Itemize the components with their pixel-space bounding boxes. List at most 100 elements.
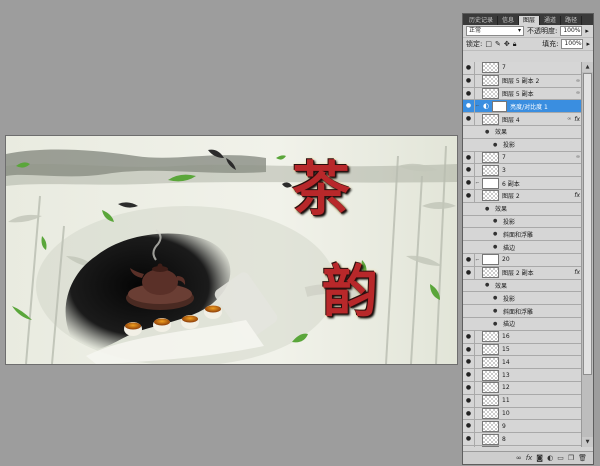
- layer-row[interactable]: ● ⌐ 6 副本: [463, 177, 583, 190]
- eye-icon[interactable]: ●: [493, 231, 501, 237]
- layer-thumbnail[interactable]: [482, 356, 499, 368]
- layer-thumbnail[interactable]: [482, 382, 499, 394]
- layer-thumbnail[interactable]: [482, 420, 499, 432]
- layer-effect-item[interactable]: ● 描边: [463, 241, 583, 254]
- layer-thumbnail[interactable]: [482, 407, 499, 419]
- layer-row[interactable]: ● 12: [463, 381, 583, 395]
- scroll-down-arrow-icon[interactable]: ▼: [582, 437, 593, 447]
- layer-row[interactable]: ● 8: [463, 433, 583, 446]
- layer-thumbnail[interactable]: [482, 75, 499, 87]
- layer-thumbnail[interactable]: [482, 433, 499, 445]
- eye-icon[interactable]: ●: [463, 164, 475, 177]
- layer-row[interactable]: ● 图层 5 副本 ∞: [463, 87, 583, 101]
- eye-icon[interactable]: ●: [493, 308, 501, 314]
- layer-row[interactable]: ● ⌐ ◐ 亮度/对比度 1: [463, 100, 583, 114]
- eye-icon[interactable]: ●: [463, 369, 475, 381]
- layer-row[interactable]: ●5: [463, 445, 583, 447]
- eye-icon[interactable]: ●: [463, 433, 475, 445]
- layer-effect-item[interactable]: ● 投影: [463, 138, 583, 152]
- layer-effect-item[interactable]: ● 斜面和浮雕: [463, 305, 583, 318]
- eye-icon[interactable]: ●: [485, 282, 493, 288]
- eye-icon[interactable]: ●: [463, 62, 475, 74]
- tab-0[interactable]: 历史记录: [465, 16, 499, 25]
- eye-icon[interactable]: ●: [493, 321, 501, 327]
- chevron-right-icon[interactable]: ▸: [585, 27, 589, 35]
- layer-effects-header[interactable]: ● 效果: [463, 202, 583, 216]
- layer-effect-item[interactable]: ● 描边: [463, 317, 583, 331]
- layer-row[interactable]: ● 图层 5 副本 2 ∞: [463, 74, 583, 88]
- layer-thumbnail[interactable]: [482, 343, 499, 355]
- lock-transparency-icon[interactable]: □: [485, 40, 492, 48]
- layer-row[interactable]: ● 13: [463, 369, 583, 382]
- layer-mask-thumbnail[interactable]: [492, 100, 508, 112]
- eye-icon[interactable]: ●: [485, 206, 493, 212]
- fx-icon[interactable]: fx: [526, 454, 533, 462]
- eye-icon[interactable]: ●: [463, 266, 475, 279]
- trash-icon[interactable]: 🗑︎: [578, 454, 587, 462]
- layer-thumbnail[interactable]: [482, 113, 499, 125]
- layer-row[interactable]: ● ⌐ 20: [463, 253, 583, 267]
- layer-row[interactable]: ● 9: [463, 420, 583, 434]
- lock-pixels-icon[interactable]: ✎: [495, 40, 501, 48]
- adjustment-icon[interactable]: ◐: [547, 454, 553, 462]
- eye-icon[interactable]: ●: [463, 356, 475, 369]
- layer-row[interactable]: ● 15: [463, 343, 583, 357]
- eye-icon[interactable]: ●: [485, 129, 493, 135]
- opacity-input[interactable]: 100%: [560, 26, 583, 36]
- layer-thumbnail[interactable]: [482, 369, 499, 381]
- fill-input[interactable]: 100%: [561, 39, 584, 49]
- eye-icon[interactable]: ●: [493, 295, 501, 301]
- eye-icon[interactable]: ●: [463, 189, 475, 202]
- eye-icon[interactable]: ●: [463, 177, 475, 189]
- eye-icon[interactable]: ●: [463, 74, 475, 87]
- link-icon[interactable]: ∞: [516, 454, 522, 462]
- layer-thumbnail[interactable]: [482, 151, 499, 163]
- eye-icon[interactable]: ●: [463, 445, 475, 447]
- group-icon[interactable]: ▭: [557, 454, 564, 462]
- layer-effect-item[interactable]: ● 投影: [463, 292, 583, 306]
- eye-icon[interactable]: ●: [463, 87, 475, 100]
- scrollbar-thumb[interactable]: [583, 73, 592, 375]
- eye-icon[interactable]: ●: [463, 113, 475, 125]
- tab-4[interactable]: 路径: [561, 16, 583, 25]
- eye-icon[interactable]: ●: [463, 343, 475, 356]
- eye-icon[interactable]: ●: [493, 142, 501, 148]
- blend-mode-select[interactable]: 正常 ▾: [466, 26, 524, 36]
- layer-row[interactable]: ● 3: [463, 164, 583, 178]
- layer-thumbnail[interactable]: [482, 87, 499, 99]
- layer-row[interactable]: ● 16: [463, 330, 583, 344]
- layer-thumbnail[interactable]: [482, 190, 499, 202]
- layer-row[interactable]: ● 图层 2 fx: [463, 189, 583, 203]
- scroll-up-arrow-icon[interactable]: ▲: [582, 62, 593, 72]
- layer-row[interactable]: ● 图层 2 副本 fx: [463, 266, 583, 280]
- eye-icon[interactable]: ●: [493, 218, 501, 224]
- eye-icon[interactable]: ●: [463, 394, 475, 407]
- layer-effect-item[interactable]: ● 斜面和浮雕: [463, 228, 583, 242]
- layer-thumbnail[interactable]: [482, 446, 499, 447]
- eye-icon[interactable]: ●: [463, 151, 475, 164]
- layer-effect-item[interactable]: ● 投影: [463, 215, 583, 229]
- tab-3[interactable]: 通道: [540, 16, 562, 25]
- chevron-right-icon[interactable]: ▸: [586, 40, 590, 48]
- lock-position-icon[interactable]: ✥: [504, 40, 510, 48]
- tab-1[interactable]: 信息: [498, 16, 520, 25]
- eye-icon[interactable]: ●: [463, 253, 475, 266]
- tab-2[interactable]: 图层: [519, 16, 541, 25]
- new-layer-icon[interactable]: ❐: [568, 454, 574, 462]
- layer-thumbnail[interactable]: [482, 62, 499, 74]
- eye-icon[interactable]: ●: [493, 244, 501, 250]
- document-canvas[interactable]: 茶 韵: [6, 136, 457, 364]
- layer-list-scrollbar[interactable]: ▲ ▼: [581, 62, 593, 447]
- eye-icon[interactable]: ●: [463, 330, 475, 343]
- eye-icon[interactable]: ●: [463, 407, 475, 420]
- layer-row[interactable]: ● 7 ∞: [463, 151, 583, 165]
- layer-row[interactable]: ● 11: [463, 394, 583, 408]
- eye-icon[interactable]: ●: [463, 100, 475, 113]
- layer-row[interactable]: ● 10: [463, 407, 583, 421]
- layer-thumbnail[interactable]: [482, 254, 499, 266]
- layer-thumbnail[interactable]: [482, 395, 499, 407]
- layer-thumbnail[interactable]: [482, 177, 499, 189]
- layer-effects-header[interactable]: ● 效果: [463, 125, 583, 139]
- layer-thumbnail[interactable]: [482, 164, 499, 176]
- eye-icon[interactable]: ●: [463, 381, 475, 394]
